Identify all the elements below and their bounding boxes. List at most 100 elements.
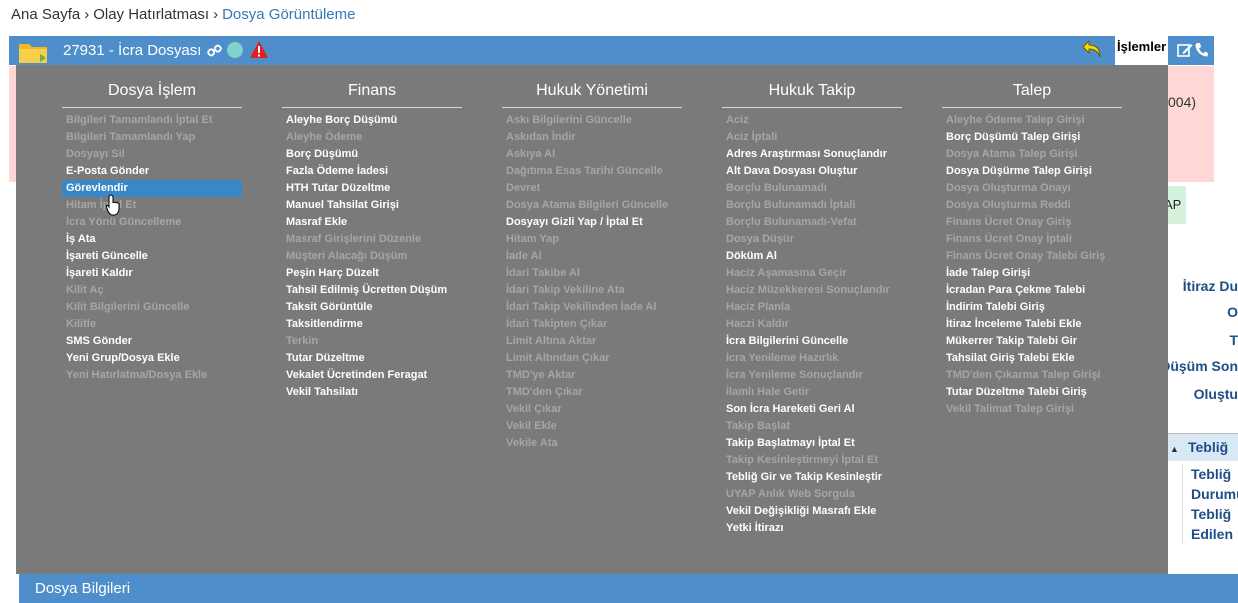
menu-item[interactable]: İşareti Güncelle: [62, 248, 242, 265]
menu-item: TMD'den Çıkarma Talep Girişi: [946, 369, 1101, 381]
menu-item: Limit Altından Çıkar: [506, 352, 610, 364]
menu-item[interactable]: Döküm Al: [722, 248, 902, 265]
menu-item: Haczi Kaldır: [726, 318, 789, 330]
menu-item[interactable]: HTH Tutar Düzeltme: [282, 180, 462, 197]
menu-item[interactable]: İşareti Kaldır: [62, 265, 242, 282]
menu-item[interactable]: İndirim Talebi Giriş: [942, 299, 1122, 316]
menu-item[interactable]: Yeni Grup/Dosya Ekle: [62, 350, 242, 367]
menu-column-title: Hukuk Takip: [722, 65, 902, 108]
menu-item: Haciz Müzekkeresi Sonuçlandır: [726, 284, 890, 296]
menu-item[interactable]: İş Ata: [62, 231, 242, 248]
menu-item[interactable]: Fazla Ödeme İadesi: [282, 163, 462, 180]
menu-column: Dosya İşlem Bilgileri Tamamlandı İptal Et…: [62, 65, 242, 384]
menu-item[interactable]: İade Talep Girişi: [942, 265, 1122, 282]
menu-item[interactable]: Tahsil Edilmiş Ücretten Düşüm: [282, 282, 462, 299]
menu-item: Müşteri Alacağı Düşüm: [286, 250, 408, 262]
menu-item[interactable]: Tahsilat Giriş Talebi Ekle: [942, 350, 1122, 367]
detail-label: T: [1229, 332, 1238, 348]
menu-item-list: Aleyhe Borç Düşümü Aleyhe Ödeme Borç Düşüm…: [282, 108, 462, 401]
menu-item: Borçlu Bulunamadı İptali: [726, 199, 856, 211]
breadcrumb-home[interactable]: Ana Sayfa: [11, 6, 80, 23]
menu-item: Dosya Düşür: [726, 233, 794, 245]
menu-item: Dosyayı Sil: [66, 148, 125, 160]
menu-item: Kilit Bilgilerini Güncelle: [66, 301, 190, 313]
menu-item[interactable]: SMS Gönder: [62, 333, 242, 350]
file-title: 27931 - İcra Dosyası: [63, 42, 202, 59]
menu-item: Finans Ücret Onay İptali: [946, 233, 1072, 245]
menu-item-list: Askı Bilgilerini Güncelle Askıdan İndir As…: [502, 108, 682, 452]
menu-column-title: Finans: [282, 65, 462, 108]
menu-item: İlamlı Hale Getir: [726, 386, 810, 398]
menu-item: Hitam Yap: [506, 233, 559, 245]
menu-column-title: Talep: [942, 65, 1122, 108]
edit-icon[interactable]: [1177, 42, 1193, 58]
menu-item[interactable]: Manuel Tahsilat Girişi: [282, 197, 462, 214]
menu-item[interactable]: Vekil Tahsilatı: [282, 384, 462, 401]
menu-column: Talep Aleyhe Ödeme Talep Girişi Borç Düşüm…: [942, 65, 1122, 418]
menu-item[interactable]: Son İcra Hareketi Geri Al: [722, 401, 902, 418]
menu-item: Vekil Çıkar: [506, 403, 562, 415]
menu-item[interactable]: Tutar Düzeltme: [282, 350, 462, 367]
menu-item: Limit Altına Aktar: [506, 335, 597, 347]
menu-item: Dosya Oluşturma Onayı: [946, 182, 1071, 194]
menu-item: Yeni Hatırlatma/Dosya Ekle: [66, 369, 208, 381]
menu-item[interactable]: Alt Dava Dosyası Oluştur: [722, 163, 902, 180]
menu-item[interactable]: Taksit Görüntüle: [282, 299, 462, 316]
detail-label: İtiraz Du: [1182, 278, 1238, 294]
menu-item[interactable]: Adres Araştırması Sonuçlandır: [722, 146, 902, 163]
menu-item: Dosya Oluşturma Reddi: [946, 199, 1071, 211]
islemler-mega-menu: Dosya İşlem Bilgileri Tamamlandı İptal Et…: [16, 65, 1168, 574]
menu-item[interactable]: İcradan Para Çekme Talebi: [942, 282, 1122, 299]
menu-item[interactable]: Taksitlendirme: [282, 316, 462, 333]
menu-item: Takip Başlat: [726, 420, 790, 432]
islemler-tab[interactable]: İşlemler: [1115, 36, 1168, 65]
phone-icon[interactable]: [1194, 42, 1208, 58]
menu-item[interactable]: İtiraz İnceleme Talebi Ekle: [942, 316, 1122, 333]
breadcrumb-separator: ›: [84, 6, 90, 23]
page-root: Ana Sayfa › Olay Hatırlatması › Dosya Görünt…: [0, 0, 1238, 603]
menu-item: Devret: [506, 182, 541, 194]
link-icon[interactable]: [207, 43, 222, 58]
dosya-bilgileri-bar[interactable]: Dosya Bilgileri: [19, 574, 1238, 603]
menu-item[interactable]: Vekil Değişikliği Masrafı Ekle: [722, 503, 902, 520]
menu-item: Aciz İptali: [726, 131, 778, 143]
menu-item[interactable]: Borç Düşümü: [282, 146, 462, 163]
warning-icon: [250, 41, 268, 58]
teblig-cell: Tebliğ Durumu Tebliğ Edilen: [1182, 464, 1238, 544]
menu-item: Askıya Al: [506, 148, 556, 160]
menu-item[interactable]: Dosya Düşürme Talep Girişi: [942, 163, 1122, 180]
teblig-cell-line: Edilen: [1191, 526, 1234, 542]
menu-item: İcra Yenileme Hazırlık: [726, 352, 839, 364]
breadcrumb-separator: ›: [213, 6, 219, 23]
menu-item: Vekile Ata: [506, 437, 558, 449]
menu-item: Vekil Talimat Talep Girişi: [946, 403, 1074, 415]
menu-item[interactable]: Görevlendir: [62, 180, 242, 197]
status-dot-icon: [227, 42, 243, 58]
menu-item-list: Aleyhe Ödeme Talep Girişi Borç Düşümü Tal…: [942, 108, 1122, 418]
breadcrumb-reminder[interactable]: Olay Hatırlatması: [93, 6, 209, 23]
menu-item: Haciz Planla: [726, 301, 791, 313]
menu-item[interactable]: Aleyhe Borç Düşümü: [282, 112, 462, 129]
menu-item: Finans Ücret Onay Giriş: [946, 216, 1072, 228]
menu-item: Bilgileri Tamamlandı İptal Et: [66, 114, 213, 126]
menu-item: Vekil Ekle: [506, 420, 557, 432]
menu-item[interactable]: Yetki İtirazı: [722, 520, 902, 537]
menu-item[interactable]: İcra Bilgilerini Güncelle: [722, 333, 902, 350]
menu-item[interactable]: E-Posta Gönder: [62, 163, 242, 180]
breadcrumb-current: Dosya Görüntüleme: [222, 6, 356, 23]
menu-item: Aleyhe Ödeme: [286, 131, 363, 143]
menu-column: Finans Aleyhe Borç Düşümü Aleyhe Ödeme Borç…: [282, 65, 462, 401]
menu-item[interactable]: Tebliğ Gir ve Takip Kesinleştir: [722, 469, 902, 486]
menu-item[interactable]: Tutar Düzeltme Talebi Giriş: [942, 384, 1122, 401]
sort-icon: ▲: [1170, 444, 1179, 454]
menu-item: Masraf Girişlerini Düzenle: [286, 233, 422, 245]
teblig-column-header[interactable]: ▲ Tebliğ: [1166, 433, 1238, 461]
menu-item[interactable]: Dosyayı Gizli Yap / İptal Et: [502, 214, 682, 231]
menu-item[interactable]: Mükerrer Takip Talebi Gir: [942, 333, 1122, 350]
menu-item[interactable]: Takip Başlatmayı İptal Et: [722, 435, 902, 452]
back-icon[interactable]: [1081, 39, 1103, 59]
menu-item[interactable]: Masraf Ekle: [282, 214, 462, 231]
menu-item[interactable]: Borç Düşümü Talep Girişi: [942, 129, 1122, 146]
menu-item[interactable]: Peşin Harç Düzelt: [282, 265, 462, 282]
menu-item[interactable]: Vekalet Ücretinden Feragat: [282, 367, 462, 384]
